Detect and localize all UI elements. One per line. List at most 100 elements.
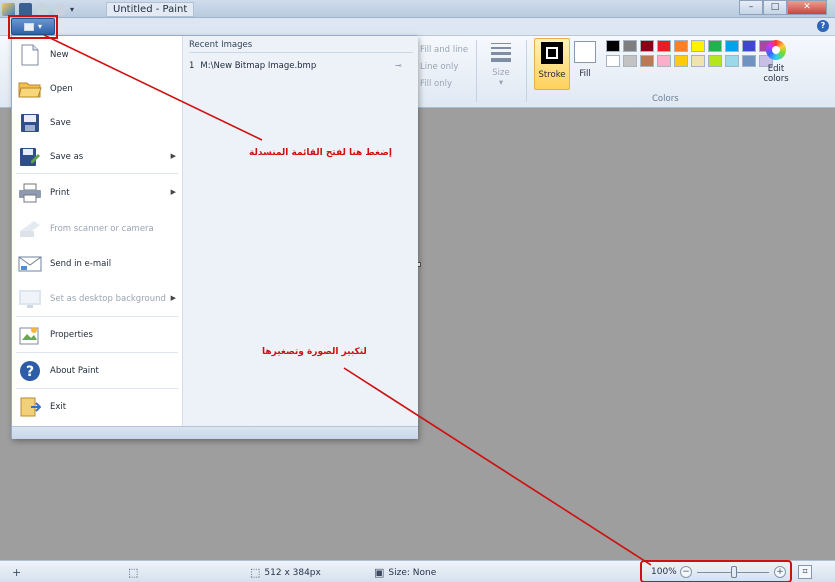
edit-colors-label-2: colors bbox=[763, 74, 789, 84]
stroke-color-button[interactable]: Stroke bbox=[534, 38, 570, 90]
menu-separator bbox=[16, 352, 178, 353]
zoom-in-button[interactable]: + bbox=[774, 566, 786, 578]
color-swatch[interactable] bbox=[674, 55, 688, 67]
undo-icon[interactable] bbox=[36, 2, 49, 16]
color-swatch[interactable] bbox=[725, 40, 739, 52]
menu-item-label: Print bbox=[50, 188, 70, 198]
fill-and-line-option[interactable]: Fill and line bbox=[420, 42, 468, 59]
menu-item-label: New bbox=[50, 50, 69, 60]
menu-item-label: About Paint bbox=[50, 366, 99, 376]
menu-item-label: Set as desktop background bbox=[50, 294, 166, 304]
colors-group-label: Colors bbox=[652, 94, 679, 104]
help-button[interactable]: ? bbox=[817, 20, 829, 32]
menu-item-save[interactable]: Save bbox=[14, 106, 180, 140]
chevron-down-icon: ▾ bbox=[37, 22, 42, 31]
edit-colors-button[interactable]: Edit colors bbox=[760, 40, 792, 84]
menu-item-label: From scanner or camera bbox=[50, 224, 154, 234]
submenu-arrow-icon: ▶ bbox=[170, 188, 176, 196]
fill-only-option[interactable]: Fill only bbox=[420, 76, 468, 93]
menu-item-exit[interactable]: Exit bbox=[14, 390, 180, 424]
window-title: Untitled - Paint bbox=[106, 2, 195, 17]
title-bar: ▾ Untitled - Paint – □ ✕ bbox=[0, 0, 835, 18]
color-swatch[interactable] bbox=[691, 40, 705, 52]
shape-fill-options: Fill and line Line only Fill only bbox=[420, 42, 468, 93]
cursor-position-icon: + bbox=[12, 566, 22, 579]
color-swatch[interactable] bbox=[657, 40, 671, 52]
menu-separator bbox=[16, 173, 178, 174]
color-swatch[interactable] bbox=[742, 40, 756, 52]
status-bar: + ⬚ ⬚ 512 x 384px ▣ Size: None 100% − + … bbox=[0, 560, 835, 582]
menu-item-label: Save as bbox=[50, 152, 84, 162]
color-swatch[interactable] bbox=[657, 55, 671, 67]
color-swatch[interactable] bbox=[674, 40, 688, 52]
submenu-arrow-icon: ▶ bbox=[170, 152, 176, 160]
quick-save-icon[interactable] bbox=[19, 2, 32, 16]
color-palette bbox=[606, 40, 773, 67]
quick-access-toolbar: ▾ bbox=[2, 1, 74, 17]
stroke-color-swatch bbox=[541, 42, 563, 64]
menu-item-label: Properties bbox=[50, 330, 93, 340]
menu-item-label: Open bbox=[50, 84, 73, 94]
color-swatch[interactable] bbox=[606, 40, 620, 52]
new-page-icon bbox=[18, 43, 42, 67]
line-size-icon bbox=[491, 43, 511, 62]
menu-item-label: Exit bbox=[50, 402, 67, 412]
color-swatch[interactable] bbox=[623, 55, 637, 67]
fill-label: Fill bbox=[579, 69, 591, 79]
menu-item-about-paint[interactable]: ? About Paint bbox=[14, 354, 180, 388]
save-as-icon bbox=[18, 145, 42, 169]
color-swatch[interactable] bbox=[708, 40, 722, 52]
paint-app-icon bbox=[2, 2, 15, 16]
menu-separator bbox=[16, 388, 178, 389]
menu-item-new[interactable]: New bbox=[14, 38, 180, 72]
stroke-label: Stroke bbox=[538, 70, 566, 80]
maximize-button[interactable]: □ bbox=[763, 0, 787, 15]
selection-size-icon: ⬚ bbox=[128, 566, 139, 579]
close-button[interactable]: ✕ bbox=[787, 0, 827, 15]
file-size-icon: ▣ bbox=[374, 566, 385, 579]
desktop-background-icon bbox=[18, 287, 42, 311]
recent-path: M:\New Bitmap Image.bmp bbox=[200, 61, 317, 71]
paint-menu-icon bbox=[23, 22, 34, 31]
color-swatch[interactable] bbox=[725, 55, 739, 67]
fill-color-button[interactable]: Fill bbox=[571, 38, 599, 90]
menu-item-print[interactable]: Print ▶ bbox=[14, 176, 180, 210]
color-swatch[interactable] bbox=[708, 55, 722, 67]
customize-toolbar-dropdown-icon[interactable]: ▾ bbox=[70, 5, 74, 14]
pin-icon[interactable]: ⊸ bbox=[395, 61, 402, 70]
color-wheel-icon bbox=[766, 40, 786, 60]
color-swatch[interactable] bbox=[640, 55, 654, 67]
menu-item-properties[interactable]: Properties bbox=[14, 318, 180, 352]
save-disk-icon bbox=[18, 111, 42, 135]
ribbon-separator bbox=[476, 40, 477, 102]
window-controls: – □ ✕ bbox=[739, 0, 827, 15]
scanner-icon bbox=[18, 217, 42, 241]
zoom-slider-thumb[interactable] bbox=[731, 566, 737, 578]
size-button[interactable]: Size ▾ bbox=[486, 40, 516, 88]
color-swatch[interactable] bbox=[742, 55, 756, 67]
line-only-option[interactable]: Line only bbox=[420, 59, 468, 76]
chevron-down-icon: ▾ bbox=[498, 78, 504, 88]
edit-colors-label: Edit bbox=[767, 64, 785, 74]
recent-image-item[interactable]: 1 M:\New Bitmap Image.bmp bbox=[189, 61, 316, 71]
menu-item-send-in-e-mail[interactable]: Send in e-mail bbox=[14, 247, 180, 281]
color-swatch[interactable] bbox=[623, 40, 637, 52]
open-folder-icon bbox=[18, 77, 42, 101]
zoom-annotation: لتكبير الصورة وتصغيرها bbox=[262, 347, 367, 357]
recent-images-panel: Recent Images 1 M:\New Bitmap Image.bmp … bbox=[182, 36, 418, 426]
paint-menu-button[interactable]: ▾ bbox=[11, 18, 55, 35]
color-swatch[interactable] bbox=[691, 55, 705, 67]
zoom-out-button[interactable]: − bbox=[680, 566, 692, 578]
menu-item-from-scanner-or-camera[interactable]: From scanner or camera bbox=[14, 212, 180, 246]
menu-footer bbox=[12, 426, 418, 439]
minimize-button[interactable]: – bbox=[739, 0, 763, 15]
redo-icon[interactable] bbox=[53, 2, 66, 16]
menu-item-label: Send in e-mail bbox=[50, 259, 112, 269]
menu-item-label: Save bbox=[50, 118, 71, 128]
menu-item-set-as-desktop-background[interactable]: Set as desktop background ▶ bbox=[14, 282, 180, 316]
color-swatch[interactable] bbox=[606, 55, 620, 67]
menu-item-save-as[interactable]: Save as ▶ bbox=[14, 140, 180, 174]
color-swatch[interactable] bbox=[640, 40, 654, 52]
menu-item-open[interactable]: Open bbox=[14, 72, 180, 106]
fit-to-window-button[interactable]: ⌗ bbox=[798, 565, 812, 579]
